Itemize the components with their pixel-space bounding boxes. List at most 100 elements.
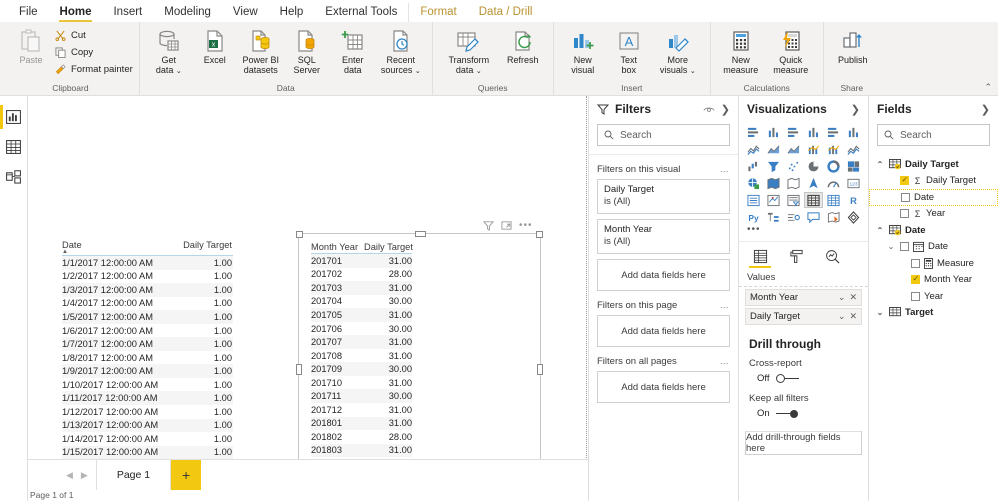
- shape-map-icon[interactable]: [784, 175, 803, 191]
- values-well-item[interactable]: Daily Target ⌄ ✕: [745, 308, 862, 325]
- ribbon-tab-data-drill[interactable]: Data / Drill: [468, 3, 544, 22]
- chevron-up-icon[interactable]: ⌃: [875, 226, 885, 235]
- filter-card[interactable]: Daily Target is (All): [597, 179, 730, 214]
- field-checkbox[interactable]: [900, 209, 909, 219]
- line-clustered-column-chart-icon[interactable]: [824, 141, 843, 157]
- cut-button[interactable]: Cut: [54, 28, 133, 43]
- area-chart-icon[interactable]: [764, 141, 783, 157]
- 100-stacked-column-chart-icon[interactable]: [844, 124, 863, 140]
- field-checkbox[interactable]: [911, 291, 920, 301]
- add-page-button[interactable]: +: [171, 460, 202, 490]
- ribbon-tab-external-tools[interactable]: External Tools: [314, 3, 408, 22]
- python-visual-icon[interactable]: Py: [744, 209, 763, 225]
- ribbon-tab-help[interactable]: Help: [269, 3, 315, 22]
- analytics-tab[interactable]: [821, 246, 843, 266]
- table-row[interactable]: 1/2/2017 12:00:00 AM 1.00: [62, 270, 233, 284]
- clustered-bar-chart-icon[interactable]: [784, 124, 803, 140]
- new-visual-button[interactable]: New visual: [560, 26, 606, 75]
- values-well-item[interactable]: Month Year ⌄ ✕: [745, 289, 862, 306]
- ribbon-chart-icon[interactable]: [844, 141, 863, 157]
- line-chart-icon[interactable]: [744, 141, 763, 157]
- column-header-daily-target[interactable]: Daily Target: [172, 240, 232, 254]
- table-row[interactable]: 1/1/2017 12:00:00 AM 1.00: [62, 256, 233, 270]
- eye-icon[interactable]: [703, 105, 715, 114]
- ribbon-tab-insert[interactable]: Insert: [102, 3, 153, 22]
- filter-dropzone[interactable]: Add data fields here: [597, 259, 730, 291]
- resize-handle-top[interactable]: [414, 231, 426, 237]
- page-tab-page-1[interactable]: Page 1: [95, 460, 172, 490]
- column-header-date[interactable]: Date ▲: [62, 240, 172, 255]
- resize-handle-right[interactable]: [537, 364, 543, 375]
- filter-card[interactable]: Month Year is (All): [597, 219, 730, 254]
- ribbon-tab-modeling[interactable]: Modeling: [153, 3, 222, 22]
- sidebar-item-model-view[interactable]: [0, 162, 27, 192]
- recent-sources-button[interactable]: Recent sources ⌄: [376, 26, 426, 77]
- stacked-bar-chart-icon[interactable]: [744, 124, 763, 140]
- quick-measure-button[interactable]: Quick measure: [765, 26, 817, 75]
- field-tree-item-year[interactable]: Year: [869, 288, 998, 305]
- filter-section-more-icon[interactable]: …: [720, 356, 731, 367]
- filled-map-icon[interactable]: [764, 175, 783, 191]
- more-options-icon[interactable]: •••: [519, 220, 533, 231]
- fields-search-input[interactable]: Search: [877, 124, 990, 146]
- ribbon-tab-view[interactable]: View: [222, 3, 269, 22]
- field-checkbox[interactable]: [911, 258, 920, 268]
- fields-tab[interactable]: [749, 246, 771, 268]
- clustered-column-chart-icon[interactable]: [804, 124, 823, 140]
- format-painter-button[interactable]: Format painter: [54, 62, 133, 77]
- filters-pane-collapse-icon[interactable]: ❯: [721, 103, 730, 116]
- drill-through-dropzone[interactable]: Add drill-through fields here: [745, 431, 862, 455]
- field-tree-item-date[interactable]: ⌄ Date: [869, 239, 998, 256]
- field-checkbox[interactable]: [911, 274, 920, 285]
- copy-button[interactable]: Copy: [54, 45, 133, 60]
- 100-stacked-bar-chart-icon[interactable]: [824, 124, 843, 140]
- table-row[interactable]: 1/15/2017 12:00:00 AM 1.00: [62, 445, 233, 459]
- report-canvas[interactable]: ••• Date ▲ Daily Target 1/1/2017 12:00:00 A…: [28, 96, 588, 459]
- q-and-a-icon[interactable]: [804, 209, 823, 225]
- filter-dropzone[interactable]: Add data fields here: [597, 371, 730, 403]
- focus-mode-icon[interactable]: [501, 220, 512, 231]
- chevron-left-icon[interactable]: ◀: [66, 470, 73, 481]
- field-tree-item-date[interactable]: Date: [869, 189, 998, 206]
- kpi-icon[interactable]: ▼: [764, 192, 783, 208]
- field-tree-item-daily-target[interactable]: ⌃ Daily Target: [869, 156, 998, 173]
- sidebar-item-data-view[interactable]: [0, 132, 27, 162]
- ribbon-tab-format[interactable]: Format: [408, 3, 467, 22]
- ribbon-tab-file[interactable]: File: [8, 3, 49, 22]
- filter-section-more-icon[interactable]: …: [720, 164, 731, 175]
- field-tree-item-year[interactable]: Σ Year: [869, 206, 998, 223]
- table-row[interactable]: 1/7/2017 12:00:00 AM 1.00: [62, 337, 233, 351]
- chevron-right-icon[interactable]: ▶: [81, 470, 88, 481]
- filters-search-input[interactable]: Search: [597, 124, 730, 146]
- field-checkbox[interactable]: [900, 242, 909, 252]
- close-icon[interactable]: ✕: [849, 311, 857, 322]
- map-icon[interactable]: [744, 175, 763, 191]
- enter-data-button[interactable]: Enter data: [330, 26, 376, 75]
- new-measure-button[interactable]: New measure: [717, 26, 765, 75]
- table-row[interactable]: 1/11/2017 12:00:00 AM 1.00: [62, 391, 233, 406]
- filter-dropzone[interactable]: Add data fields here: [597, 315, 730, 347]
- field-tree-item-measure[interactable]: Measure: [869, 255, 998, 272]
- text-box-button[interactable]: A Text box: [606, 26, 652, 75]
- table-row[interactable]: 1/3/2017 12:00:00 AM 1.00: [62, 283, 233, 297]
- field-tree-item-daily-target[interactable]: Σ Daily Target: [869, 173, 998, 190]
- donut-chart-icon[interactable]: [824, 158, 843, 174]
- chevron-down-icon[interactable]: ⌄: [838, 311, 846, 322]
- sql-server-button[interactable]: SQL Server: [284, 26, 330, 75]
- publish-button[interactable]: Publish: [830, 26, 876, 65]
- paste-button[interactable]: Paste: [8, 26, 54, 65]
- table-row[interactable]: 1/8/2017 12:00:00 AM 1.00: [62, 351, 233, 365]
- stacked-column-chart-icon[interactable]: [764, 124, 783, 140]
- table-icon[interactable]: [804, 192, 823, 208]
- pie-chart-icon[interactable]: [804, 158, 823, 174]
- decomposition-tree-icon[interactable]: [764, 209, 783, 225]
- ribbon-collapse-icon[interactable]: ⌃: [984, 82, 992, 93]
- multi-row-card-icon[interactable]: [744, 192, 763, 208]
- table-row[interactable]: 1/13/2017 12:00:00 AM 1.00: [62, 418, 233, 433]
- treemap-icon[interactable]: [844, 158, 863, 174]
- daily-target-by-date-table[interactable]: Date ▲ Daily Target 1/1/2017 12:00:00 AM 1.0…: [56, 234, 239, 459]
- r-script-visual-icon[interactable]: R: [844, 192, 863, 208]
- table-row[interactable]: 1/5/2017 12:00:00 AM 1.00: [62, 310, 233, 324]
- get-data-button[interactable]: Get data ⌄: [146, 26, 192, 77]
- scatter-chart-icon[interactable]: [784, 158, 803, 174]
